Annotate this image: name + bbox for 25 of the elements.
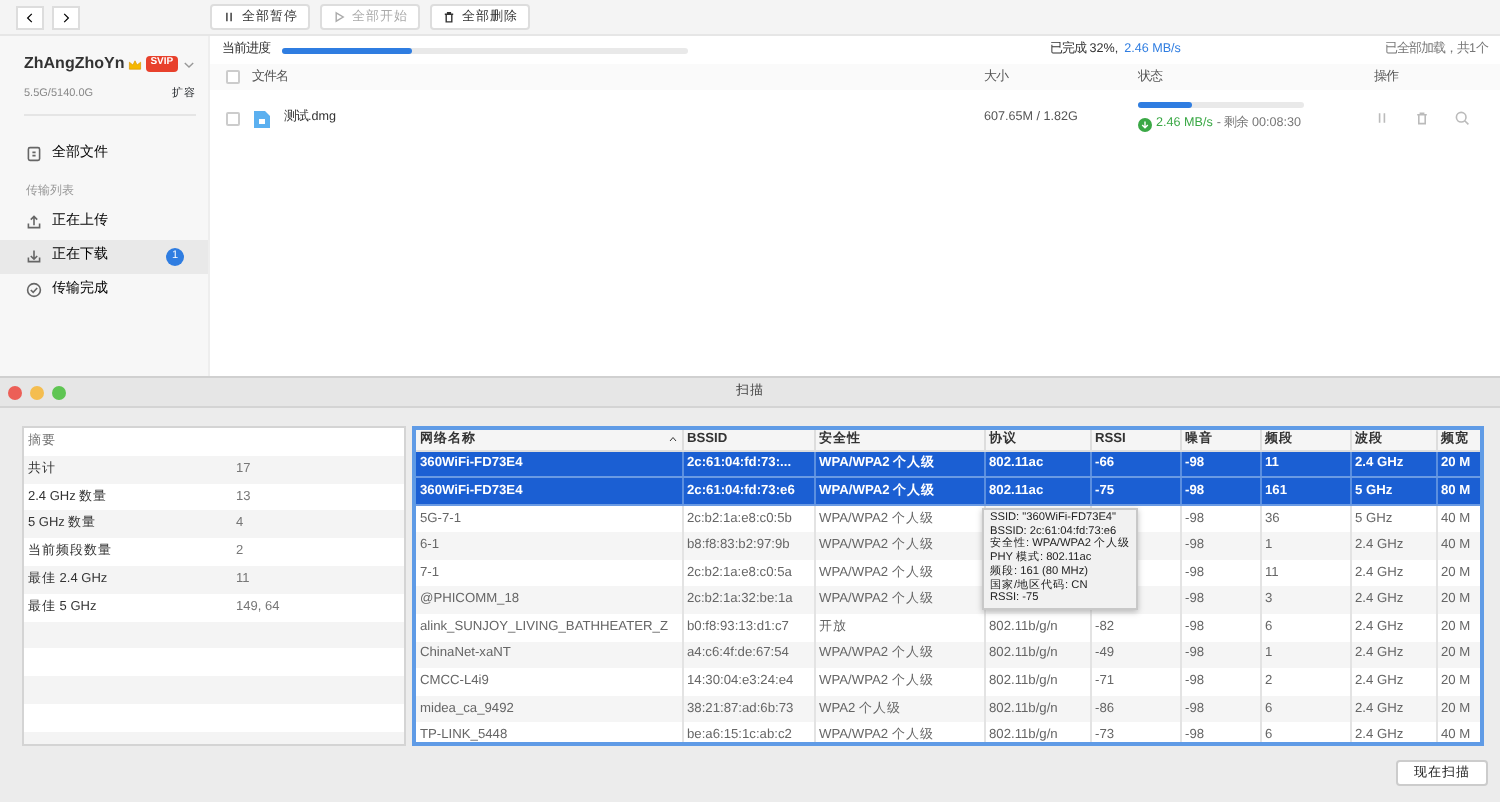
crown-icon bbox=[128, 57, 143, 71]
forward-button[interactable] bbox=[52, 5, 80, 29]
sort-caret-icon bbox=[667, 434, 677, 445]
download-icon bbox=[26, 248, 42, 265]
back-button[interactable] bbox=[16, 5, 44, 29]
close-button[interactable] bbox=[8, 385, 22, 399]
trash-icon[interactable] bbox=[1414, 110, 1430, 126]
file-icon bbox=[252, 107, 272, 129]
document-icon bbox=[26, 145, 42, 162]
checkbox[interactable] bbox=[226, 70, 240, 84]
search-icon[interactable] bbox=[1454, 110, 1470, 126]
trash-icon bbox=[442, 10, 456, 24]
chevron-right-icon bbox=[60, 11, 72, 23]
chevron-left-icon bbox=[24, 11, 36, 23]
checkbox[interactable] bbox=[226, 111, 240, 125]
pause-icon bbox=[222, 10, 236, 24]
upload-icon bbox=[26, 214, 42, 231]
check-circle-icon bbox=[26, 282, 42, 299]
pause-icon[interactable] bbox=[1374, 110, 1390, 126]
play-icon bbox=[332, 10, 346, 24]
minimize-button[interactable] bbox=[30, 385, 44, 399]
username: ZhAngZhoYn bbox=[24, 52, 125, 76]
chevron-down-icon[interactable] bbox=[182, 57, 196, 71]
download-status-icon bbox=[1138, 117, 1152, 131]
zoom-button[interactable] bbox=[52, 385, 66, 399]
